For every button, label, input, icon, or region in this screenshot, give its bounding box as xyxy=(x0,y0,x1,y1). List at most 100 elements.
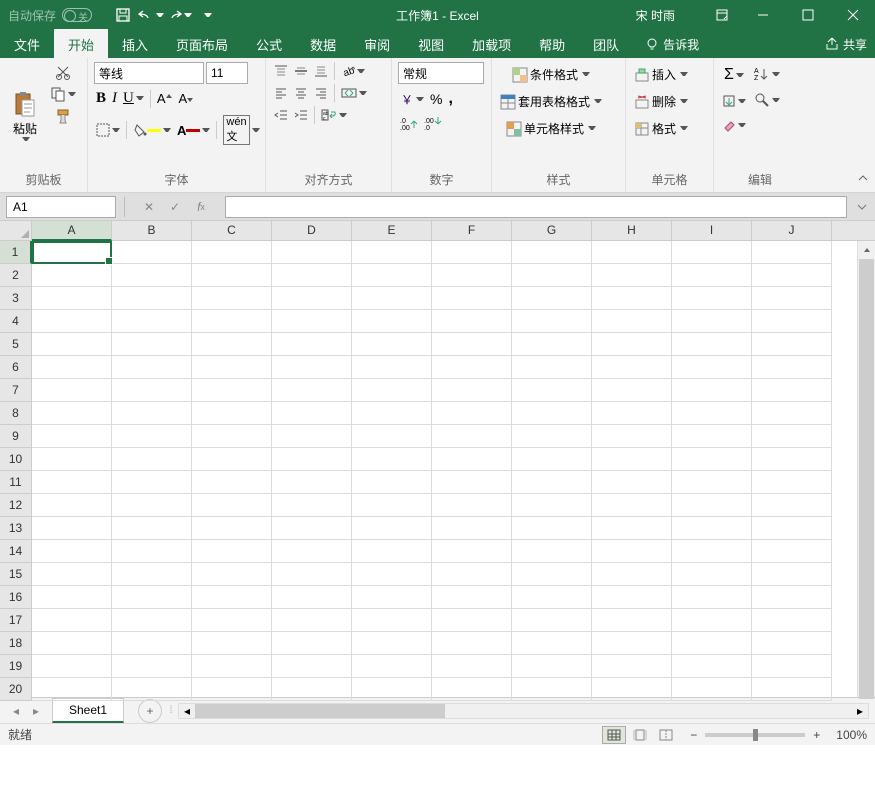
cell[interactable] xyxy=(752,609,832,632)
column-header[interactable]: A xyxy=(32,221,112,241)
cell[interactable] xyxy=(592,655,672,678)
cell[interactable] xyxy=(32,540,112,563)
cell[interactable] xyxy=(752,471,832,494)
cell[interactable] xyxy=(192,379,272,402)
cell[interactable] xyxy=(432,540,512,563)
cell[interactable] xyxy=(272,425,352,448)
cell[interactable] xyxy=(592,586,672,609)
cell[interactable] xyxy=(752,425,832,448)
cell[interactable] xyxy=(432,632,512,655)
redo-button[interactable] xyxy=(166,2,192,28)
cell[interactable] xyxy=(432,379,512,402)
cell[interactable] xyxy=(512,287,592,310)
row-header[interactable]: 20 xyxy=(0,678,32,701)
cell[interactable] xyxy=(592,310,672,333)
cell[interactable] xyxy=(352,655,432,678)
cell[interactable] xyxy=(352,310,432,333)
cell[interactable] xyxy=(192,678,272,701)
cell[interactable] xyxy=(752,448,832,471)
cell[interactable] xyxy=(432,609,512,632)
cell[interactable] xyxy=(272,241,352,264)
cell[interactable] xyxy=(272,471,352,494)
phonetic-button[interactable]: wén文 xyxy=(221,113,261,147)
italic-button[interactable]: I xyxy=(110,88,119,109)
cell[interactable] xyxy=(672,333,752,356)
cell[interactable] xyxy=(192,609,272,632)
cell[interactable] xyxy=(32,632,112,655)
cell[interactable] xyxy=(32,287,112,310)
cell[interactable] xyxy=(272,264,352,287)
row-header[interactable]: 3 xyxy=(0,287,32,310)
cell[interactable] xyxy=(592,609,672,632)
horizontal-scroll-thumb[interactable] xyxy=(195,704,445,718)
cell[interactable] xyxy=(672,494,752,517)
cell[interactable] xyxy=(112,379,192,402)
select-all-button[interactable] xyxy=(0,221,32,241)
cell-styles-button[interactable]: 单元格样式 xyxy=(498,118,604,139)
cell[interactable] xyxy=(192,632,272,655)
align-bottom-button[interactable] xyxy=(312,62,330,80)
cell[interactable] xyxy=(432,333,512,356)
sort-filter-button[interactable]: AZ xyxy=(752,64,782,84)
column-header[interactable]: G xyxy=(512,221,592,241)
cell[interactable] xyxy=(592,632,672,655)
cell[interactable] xyxy=(112,356,192,379)
row-header[interactable]: 1 xyxy=(0,241,32,264)
bold-button[interactable]: B xyxy=(94,88,108,109)
cell[interactable] xyxy=(112,402,192,425)
clear-button[interactable] xyxy=(720,116,748,134)
cell[interactable] xyxy=(672,287,752,310)
cell[interactable] xyxy=(272,609,352,632)
cell[interactable] xyxy=(352,586,432,609)
cell[interactable] xyxy=(752,632,832,655)
sheet-nav-next[interactable]: ▸ xyxy=(28,703,44,719)
copy-button[interactable] xyxy=(48,84,78,104)
cell[interactable] xyxy=(112,609,192,632)
cell[interactable] xyxy=(512,333,592,356)
cell[interactable] xyxy=(192,425,272,448)
cell[interactable] xyxy=(512,632,592,655)
cell[interactable] xyxy=(592,379,672,402)
cell[interactable] xyxy=(672,678,752,701)
cell[interactable] xyxy=(512,609,592,632)
cell[interactable] xyxy=(272,655,352,678)
cell[interactable] xyxy=(272,632,352,655)
row-header[interactable]: 11 xyxy=(0,471,32,494)
cell[interactable] xyxy=(592,494,672,517)
vertical-scroll-thumb[interactable] xyxy=(859,259,874,699)
cell[interactable] xyxy=(352,379,432,402)
align-left-button[interactable] xyxy=(272,84,290,102)
cell[interactable] xyxy=(512,471,592,494)
cell[interactable] xyxy=(112,264,192,287)
cell[interactable] xyxy=(672,241,752,264)
cell[interactable] xyxy=(112,540,192,563)
cell[interactable] xyxy=(592,448,672,471)
cell[interactable] xyxy=(272,356,352,379)
accounting-button[interactable]: ￥ xyxy=(398,90,426,108)
tab-team[interactable]: 团队 xyxy=(579,29,633,60)
decrease-decimal-button[interactable]: .00.0 xyxy=(422,114,444,132)
cell[interactable] xyxy=(32,563,112,586)
row-header[interactable]: 8 xyxy=(0,402,32,425)
cell[interactable] xyxy=(32,333,112,356)
tab-review[interactable]: 审阅 xyxy=(350,29,404,60)
cell[interactable] xyxy=(672,471,752,494)
column-header[interactable]: E xyxy=(352,221,432,241)
cell[interactable] xyxy=(32,241,112,264)
cell[interactable] xyxy=(512,517,592,540)
column-header[interactable]: D xyxy=(272,221,352,241)
cell[interactable] xyxy=(432,287,512,310)
cell[interactable] xyxy=(432,494,512,517)
cell[interactable] xyxy=(352,609,432,632)
cell[interactable] xyxy=(112,632,192,655)
cell[interactable] xyxy=(192,517,272,540)
cell[interactable] xyxy=(192,586,272,609)
cell[interactable] xyxy=(112,333,192,356)
save-button[interactable] xyxy=(110,2,136,28)
tab-page-layout[interactable]: 页面布局 xyxy=(162,29,242,60)
cell[interactable] xyxy=(112,448,192,471)
cell[interactable] xyxy=(592,241,672,264)
cell[interactable] xyxy=(672,563,752,586)
cell[interactable] xyxy=(192,356,272,379)
cell[interactable] xyxy=(592,356,672,379)
